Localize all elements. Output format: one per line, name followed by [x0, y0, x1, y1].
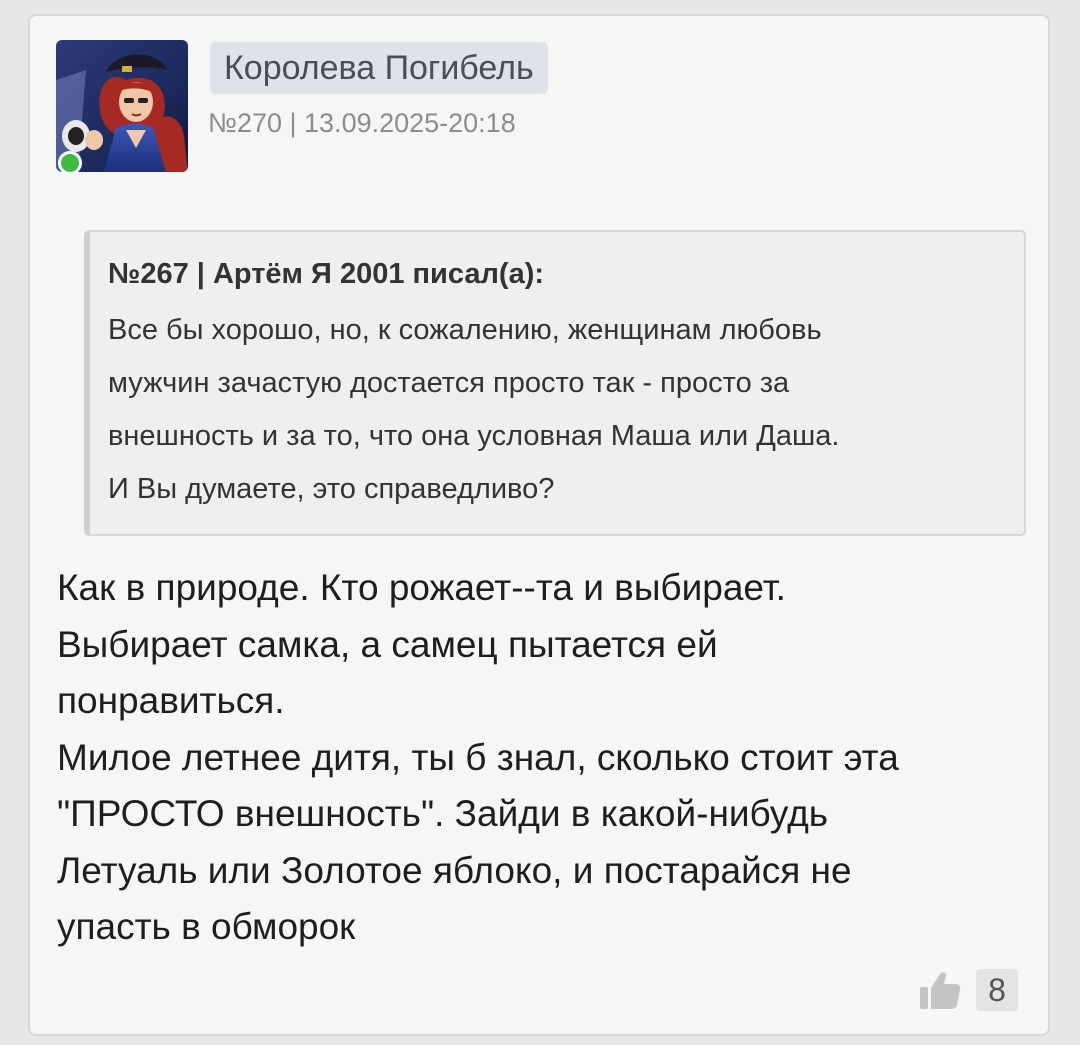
post-message: Как в природе. Кто рожает--та и выбирает…: [57, 560, 1032, 956]
quote-block: №267 | Артём Я 2001 писал(а): Все бы хор…: [84, 230, 1026, 536]
avatar[interactable]: [56, 40, 188, 175]
quote-line: Все бы хорошо, но, к сожалению, женщинам…: [108, 314, 822, 346]
post-meta[interactable]: №270 | 13.09.2025-20:18: [208, 108, 516, 139]
message-line: Выбирает самка, а самец пытается ей: [57, 623, 718, 665]
message-line: "ПРОСТО внешность". Зайди в какой-нибудь: [57, 793, 829, 834]
quote-header: №267 | Артём Я 2001 писал(а):: [108, 258, 545, 290]
message-line: Летуаль или Золотое яблоко, и постарайся…: [57, 849, 852, 891]
thumbs-up-icon[interactable]: [918, 968, 962, 1012]
online-status-indicator: [58, 151, 82, 175]
message-line: упасть в обморок: [57, 906, 356, 947]
quote-line: И Вы думаете, это справедливо?: [108, 473, 555, 505]
message-line: Как в природе. Кто рожает--та и выбирает…: [57, 567, 786, 608]
quote-line: мужчин зачастую достается просто так - п…: [108, 367, 790, 399]
author-name[interactable]: Королева Погибель: [210, 42, 548, 94]
message-line: Милое летнее дитя, ты б знал, сколько ст…: [57, 736, 899, 778]
quote-text: Все бы хорошо, но, к сожалению, женщинам…: [108, 304, 1004, 516]
message-line: понравиться.: [57, 680, 285, 721]
forum-post-card: Королева Погибель №270 | 13.09.2025-20:1…: [28, 14, 1050, 1036]
like-widget: 8: [918, 968, 1018, 1012]
quote-line: внешность и за то, что она условная Маша…: [108, 420, 840, 452]
like-count[interactable]: 8: [976, 969, 1018, 1011]
